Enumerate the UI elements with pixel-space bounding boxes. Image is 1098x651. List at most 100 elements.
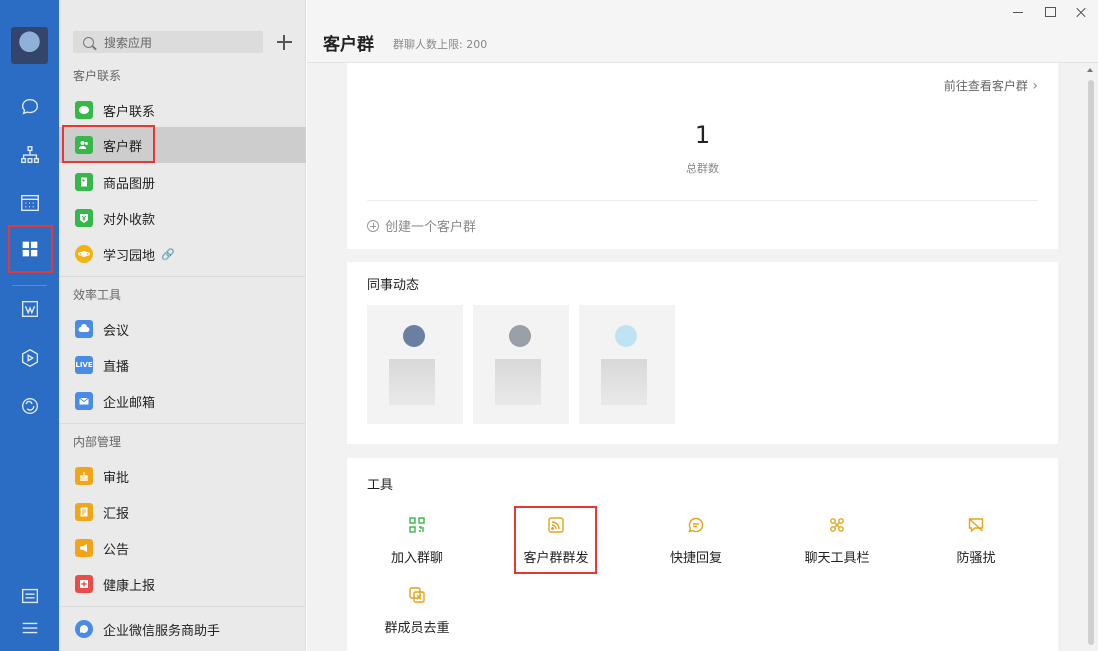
close-icon[interactable] [1072, 4, 1090, 20]
card-title: 工具 [367, 478, 394, 493]
create-group-label: 创建一个客户群 [385, 220, 477, 235]
org-icon[interactable] [0, 137, 59, 173]
doc-icon[interactable] [0, 291, 59, 327]
divider [367, 200, 1038, 201]
album-icon [75, 173, 93, 191]
group-limit-text: 群聊人数上限: 200 [393, 38, 488, 51]
qr-icon [409, 517, 425, 533]
view-groups-link[interactable]: 前往查看客户群 [944, 77, 1038, 94]
tool-chat-toolbar[interactable]: 聊天工具栏 [782, 516, 892, 576]
nav-item-learning[interactable]: 学习园地 🔗 [59, 236, 306, 272]
search-input[interactable]: 搜索应用 [73, 31, 263, 53]
tool-label: 加入群聊 [390, 551, 443, 566]
live-icon: LIVE [75, 356, 93, 374]
payment-icon [75, 209, 93, 227]
nav-item-payment[interactable]: 对外收款 [59, 200, 306, 236]
highlight-box [514, 506, 597, 574]
add-icon[interactable] [273, 31, 295, 53]
maximize-icon[interactable] [1041, 4, 1059, 20]
wechat-icon [75, 101, 93, 119]
tool-quick-reply[interactable]: 快捷回复 [641, 516, 751, 576]
nav-item-label: 汇报 [103, 506, 130, 522]
nav-item-label: 学习园地 [103, 248, 156, 264]
colleague-tile[interactable] [473, 305, 569, 424]
nav-item-label: 公告 [103, 542, 130, 558]
avatar[interactable] [11, 27, 48, 64]
section-title: 客户联系 [73, 69, 122, 83]
avatar [615, 325, 637, 347]
nav-item-label: 商品图册 [103, 176, 156, 192]
tool-label: 快捷回复 [669, 551, 722, 566]
health-icon [75, 575, 93, 593]
cloud-icon[interactable] [0, 388, 59, 424]
tool-member-dedupe[interactable]: 群成员去重 [362, 586, 472, 646]
nav-item-label: 对外收款 [103, 212, 156, 228]
nav-item-label: 客户联系 [103, 104, 156, 120]
box-icon[interactable] [0, 340, 59, 376]
nav-item-live[interactable]: LIVE 直播 [59, 347, 306, 383]
minimize-icon[interactable] [1009, 4, 1027, 20]
settings-icon[interactable] [0, 578, 59, 614]
colleague-tile[interactable] [367, 305, 463, 424]
tool-label: 聊天工具栏 [804, 551, 870, 566]
nav-item-service-assistant[interactable]: 企业微信服务商助手 [59, 611, 306, 647]
header-bar: 客户群 群聊人数上限: 200 [307, 0, 1098, 63]
plus-circle-icon [367, 219, 379, 232]
total-group-label: 总群数 [686, 162, 719, 175]
nav-item-product-album[interactable]: 商品图册 [59, 164, 306, 200]
blurred-content [495, 359, 541, 405]
search-placeholder: 搜索应用 [104, 35, 153, 50]
nav-item-label: 直播 [103, 359, 130, 375]
rail-divider [12, 285, 47, 286]
create-group-button[interactable]: 创建一个客户群 [367, 216, 476, 235]
tool-join-group[interactable]: 加入群聊 [362, 516, 472, 576]
highlight-box [8, 225, 53, 273]
search-icon [83, 36, 94, 48]
icon-rail [0, 0, 59, 651]
report-icon [75, 503, 93, 521]
nav-item-report[interactable]: 汇报 [59, 494, 306, 530]
reply-bubble-icon [688, 517, 704, 533]
calendar-icon[interactable] [0, 185, 59, 221]
nav-item-approval[interactable]: 审批 [59, 458, 306, 494]
app-nav-panel: 搜索应用 客户联系 客户联系 客户群 商品图册 对外收款 学习园地 🔗 效率工具 [59, 0, 306, 651]
chat-icon[interactable] [0, 89, 59, 125]
nav-item-label: 健康上报 [103, 578, 156, 594]
toolbar-icon [830, 518, 844, 532]
nav-item-label: 企业微信服务商助手 [103, 623, 221, 639]
nav-item-label: 审批 [103, 470, 130, 486]
divider [59, 423, 306, 424]
no-disturb-icon [968, 518, 984, 533]
tools-card: 工具 加入群聊 客户群群发 快捷回复 聊天工具栏 防骚扰 群成员去重 [347, 458, 1058, 651]
nav-item-health[interactable]: 健康上报 [59, 566, 306, 602]
nav-item-customer-contact[interactable]: 客户联系 [59, 92, 306, 128]
main-panel: 客户群 群聊人数上限: 200 前往查看客户群 1 总群数 创建一个客户群 同事… [307, 0, 1098, 651]
highlight-box [62, 125, 155, 163]
colleague-tile[interactable] [579, 305, 675, 424]
nav-item-notice[interactable]: 公告 [59, 530, 306, 566]
blurred-content [389, 359, 435, 405]
card-title: 同事动态 [367, 278, 420, 293]
colleague-activity-card: 同事动态 [347, 262, 1058, 444]
tool-label: 防骚扰 [956, 551, 996, 566]
approval-icon [75, 467, 93, 485]
avatar [509, 325, 531, 347]
mail-icon [75, 392, 93, 410]
divider [59, 276, 306, 277]
nav-item-meeting[interactable]: 会议 [59, 311, 306, 347]
section-title: 效率工具 [73, 288, 122, 302]
summary-card: 前往查看客户群 1 总群数 创建一个客户群 [347, 63, 1058, 249]
tool-anti-harassment[interactable]: 防骚扰 [921, 516, 1031, 576]
meeting-icon [75, 320, 93, 338]
scrollbar[interactable] [1088, 80, 1094, 645]
nav-item-label: 企业邮箱 [103, 395, 156, 411]
page-title: 客户群 [323, 35, 374, 55]
nav-item-mail[interactable]: 企业邮箱 [59, 383, 306, 419]
assistant-icon [75, 620, 93, 638]
blurred-content [601, 359, 647, 405]
scroll-up-icon[interactable] [1087, 66, 1094, 73]
megaphone-icon [75, 539, 93, 557]
total-group-count: 1 [694, 121, 711, 149]
menu-icon[interactable] [0, 610, 59, 646]
nav-item-label: 会议 [103, 323, 130, 339]
